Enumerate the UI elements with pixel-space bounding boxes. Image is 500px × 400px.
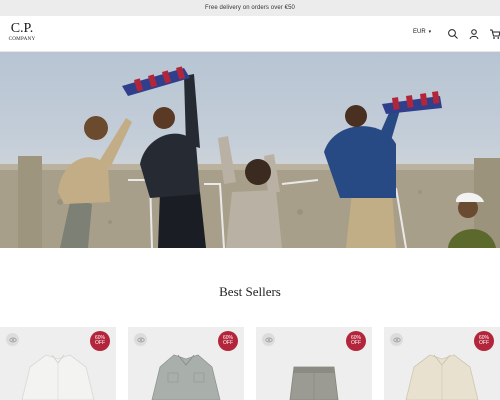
user-icon[interactable] [468, 28, 480, 40]
brand-logo[interactable]: C.P. COMPANY [2, 22, 42, 42]
hero-banner-image[interactable] [0, 52, 500, 248]
announcement-text: Free delivery on orders over €50 [205, 5, 295, 11]
product-card[interactable]: 60% OFF [128, 327, 244, 400]
best-sellers-heading: Best Sellers [219, 284, 281, 299]
discount-off-label: OFF [479, 340, 489, 346]
currency-selector[interactable]: EUR ▾ [413, 29, 431, 35]
product-carousel: 60% OFF 60% OFF 60% OFF 60% OFF [0, 327, 500, 400]
logo-line-2: COMPANY [8, 36, 36, 42]
discount-badge: 60% OFF [90, 331, 110, 351]
site-header: C.P. COMPANY EUR ▾ [0, 16, 500, 52]
product-card[interactable]: 60% OFF [384, 327, 500, 400]
eye-icon[interactable] [6, 333, 19, 346]
search-icon[interactable] [447, 28, 459, 40]
product-card[interactable]: 60% OFF [256, 327, 372, 400]
discount-badge: 60% OFF [218, 331, 238, 351]
eye-icon[interactable] [390, 333, 403, 346]
discount-off-label: OFF [223, 340, 233, 346]
discount-badge: 60% OFF [346, 331, 366, 351]
discount-badge: 60% OFF [474, 331, 494, 351]
announcement-bar: Free delivery on orders over €50 [0, 0, 500, 16]
logo-line-1: C.P. [10, 21, 34, 36]
discount-off-label: OFF [95, 340, 105, 346]
cart-icon[interactable] [489, 28, 500, 40]
discount-off-label: OFF [351, 340, 361, 346]
eye-icon[interactable] [134, 333, 147, 346]
eye-icon[interactable] [262, 333, 275, 346]
currency-label: EUR [413, 29, 426, 35]
product-card[interactable]: 60% OFF [0, 327, 116, 400]
chevron-down-icon: ▾ [428, 29, 432, 35]
